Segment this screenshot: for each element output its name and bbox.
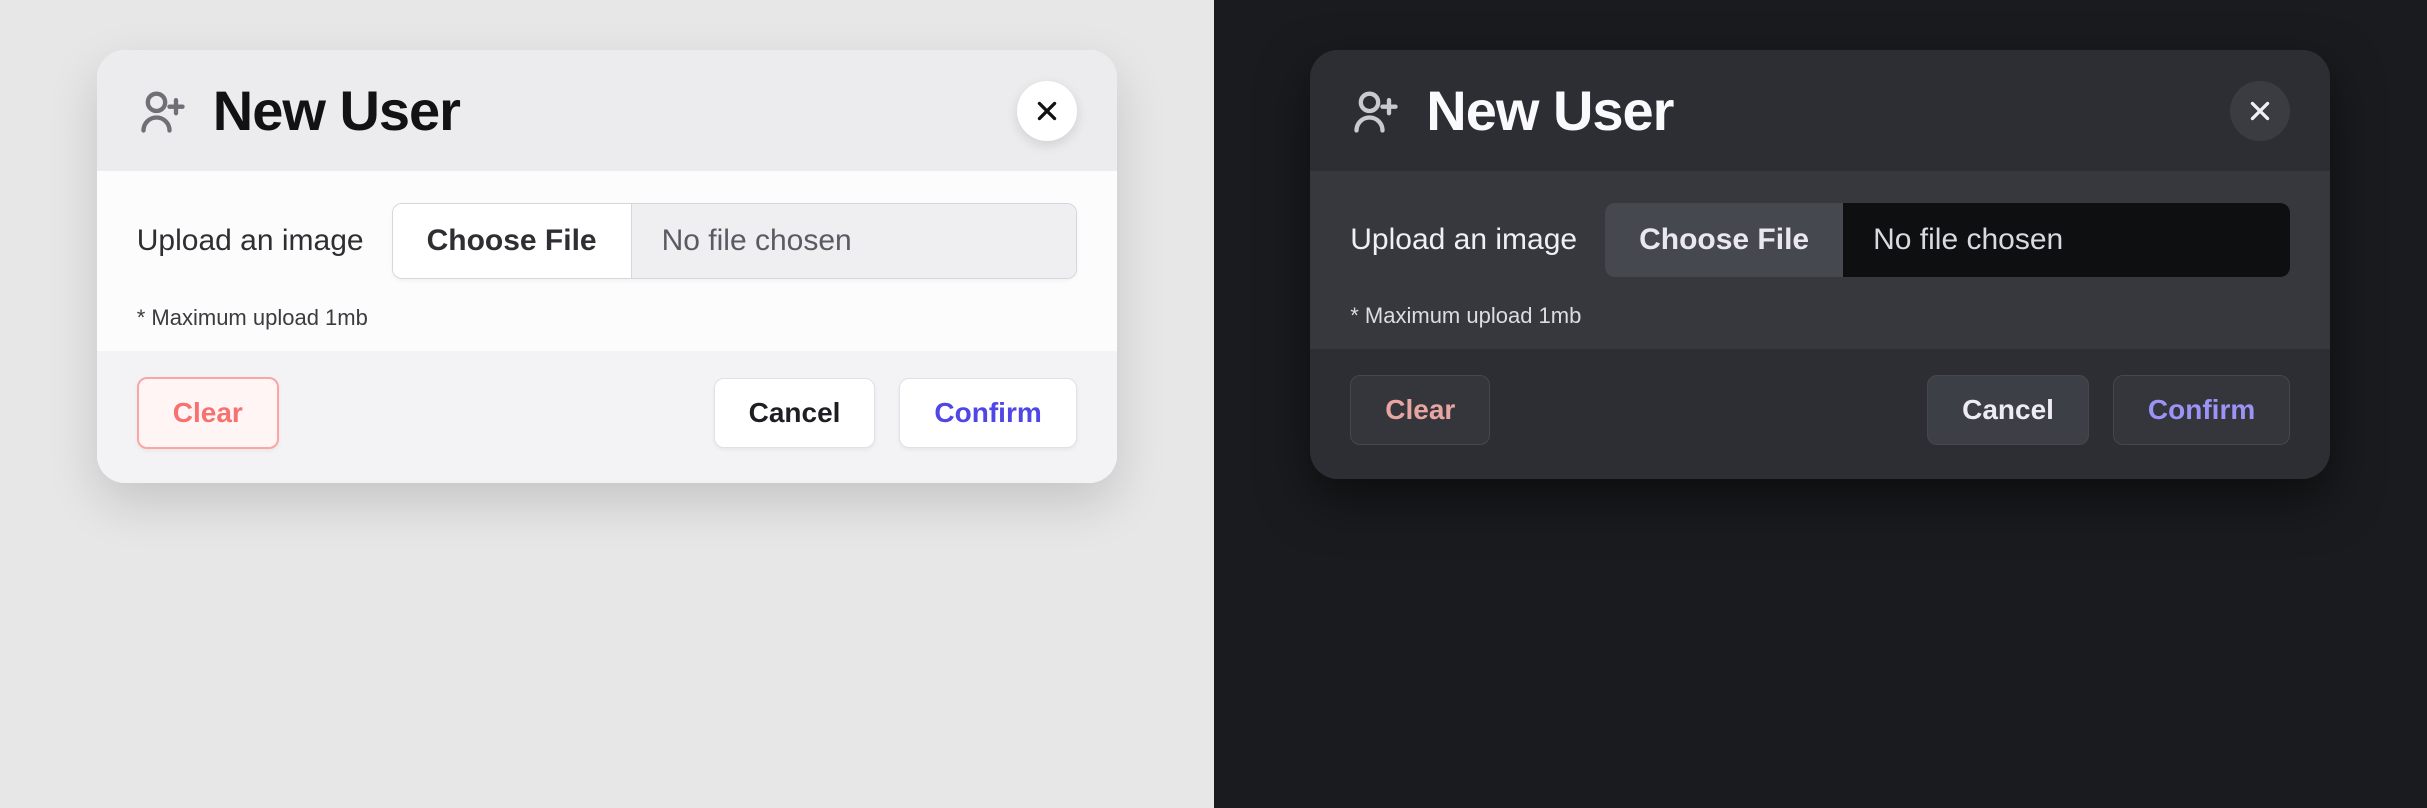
upload-label: Upload an image (137, 224, 364, 258)
cancel-button[interactable]: Cancel (714, 378, 876, 448)
upload-label: Upload an image (1350, 223, 1577, 257)
modal-title: New User (213, 78, 993, 143)
user-plus-icon (1350, 85, 1402, 137)
modal-header: New User (97, 50, 1117, 171)
upload-hint: * Maximum upload 1mb (1350, 303, 2290, 329)
choose-file-button[interactable]: Choose File (1605, 203, 1843, 277)
upload-row: Upload an image Choose File No file chos… (137, 203, 1077, 279)
modal-title: New User (1426, 78, 2206, 143)
choose-file-button[interactable]: Choose File (393, 204, 632, 278)
modal-footer: Clear Cancel Confirm (97, 351, 1117, 483)
user-plus-icon (137, 85, 189, 137)
upload-hint: * Maximum upload 1mb (137, 305, 1077, 331)
close-icon (2247, 98, 2273, 124)
file-picker: Choose File No file chosen (392, 203, 1077, 279)
file-status-text: No file chosen (1843, 203, 2290, 277)
confirm-button[interactable]: Confirm (899, 378, 1076, 448)
light-theme-panel: New User Upload an image Choose File No … (0, 0, 1214, 808)
clear-button[interactable]: Clear (1350, 375, 1490, 445)
close-button[interactable] (2230, 81, 2290, 141)
file-picker: Choose File No file chosen (1605, 203, 2290, 277)
new-user-modal: New User Upload an image Choose File No … (97, 50, 1117, 483)
modal-footer: Clear Cancel Confirm (1310, 349, 2330, 479)
cancel-button[interactable]: Cancel (1927, 375, 2089, 445)
close-button[interactable] (1017, 81, 1077, 141)
confirm-button[interactable]: Confirm (2113, 375, 2290, 445)
upload-row: Upload an image Choose File No file chos… (1350, 203, 2290, 277)
close-icon (1034, 98, 1060, 124)
clear-button[interactable]: Clear (137, 377, 279, 449)
dark-theme-panel: New User Upload an image Choose File No … (1214, 0, 2427, 808)
modal-header: New User (1310, 50, 2330, 171)
modal-body: Upload an image Choose File No file chos… (1310, 171, 2330, 349)
modal-body: Upload an image Choose File No file chos… (97, 171, 1117, 351)
new-user-modal: New User Upload an image Choose File No … (1310, 50, 2330, 479)
file-status-text: No file chosen (632, 204, 1076, 278)
